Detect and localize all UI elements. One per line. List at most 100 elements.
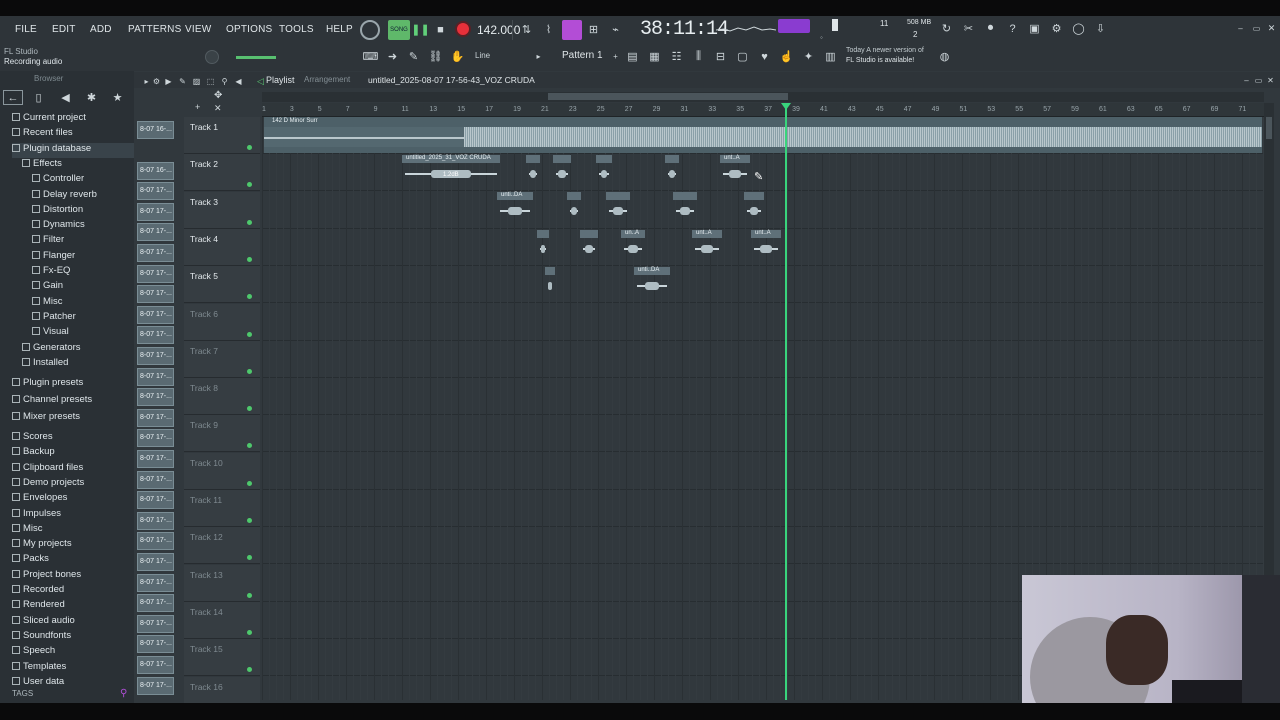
track-header[interactable]: Track 4 — [184, 228, 260, 266]
track-lane[interactable] — [262, 266, 1264, 304]
touch-icon[interactable]: ☝ — [778, 49, 795, 64]
audio-clip[interactable] — [580, 230, 598, 260]
pattern-add-icon[interactable]: + — [607, 49, 624, 64]
clip-source-button[interactable]: 8-07 17-... — [137, 450, 174, 468]
browser-item[interactable]: Current project — [12, 112, 144, 127]
metronome-knob-icon[interactable] — [360, 20, 380, 40]
playlist-close-icon[interactable]: ✕ — [1262, 73, 1279, 88]
clip-source-button[interactable]: 8-07 17-... — [137, 429, 174, 448]
stop-icon[interactable]: ■ — [432, 22, 449, 37]
audio-clip[interactable]: untitled_2025_31_VOZ CRUDA — [402, 155, 500, 185]
audio-clip[interactable]: un..A — [621, 230, 645, 260]
clip-source-button[interactable]: 8-07 17-... — [137, 264, 174, 283]
browser-item[interactable]: Project bones — [12, 569, 144, 584]
browser-item[interactable]: Impulses — [12, 508, 144, 523]
audio-clip[interactable]: unti..DA — [634, 267, 670, 297]
clip-source-button[interactable]: 8-07 17-... — [137, 676, 174, 695]
audio-clip[interactable] — [596, 155, 612, 185]
track-mute-led[interactable] — [247, 219, 252, 225]
browser-item[interactable]: Envelopes — [12, 492, 144, 507]
track-mute-led[interactable] — [247, 406, 252, 412]
track-lane[interactable] — [262, 341, 1264, 378]
track-mute-led[interactable] — [247, 629, 252, 635]
step-edit-icon[interactable]: ⌁ — [607, 22, 624, 37]
close-window-icon[interactable]: ✕ — [1263, 21, 1280, 36]
clip-source-button[interactable]: 8-07 17-... — [137, 635, 174, 654]
clip-source-button[interactable]: 8-07 17-... — [137, 305, 174, 324]
track-header[interactable]: Track 10 — [184, 452, 260, 490]
audio-clip[interactable] — [567, 192, 581, 222]
menu-tools[interactable]: TOOLS — [279, 24, 314, 35]
tags-label[interactable]: TAGS — [12, 689, 33, 698]
browser-gear-icon[interactable]: ✱ — [83, 90, 100, 105]
browser-item[interactable]: Rendered — [12, 599, 144, 614]
audio-clip[interactable] — [606, 192, 630, 222]
audio-clip[interactable] — [744, 192, 764, 222]
play-icon[interactable]: ❚❚ — [411, 22, 429, 37]
menu-add[interactable]: ADD — [90, 24, 112, 35]
audio-clip[interactable] — [665, 155, 679, 185]
track-header[interactable]: Track 13 — [184, 564, 260, 602]
track-header[interactable]: Track 5 — [184, 266, 260, 304]
track-mute-led[interactable] — [247, 182, 252, 188]
news-globe-icon[interactable]: ◍ — [936, 49, 953, 64]
browser-item[interactable]: Packs — [12, 553, 144, 568]
browser-item[interactable]: Demo projects — [12, 477, 144, 492]
tempo-display[interactable]: 142.000 — [477, 23, 520, 37]
menu-file[interactable]: FILE — [15, 24, 37, 35]
performance-icon[interactable]: ✦ — [800, 49, 817, 64]
audio-clip[interactable]: unt..A — [692, 230, 722, 260]
song-mode-button[interactable]: SONG — [388, 20, 410, 40]
stamp-icon[interactable]: ✋ — [449, 49, 466, 64]
audio-clip[interactable] — [537, 230, 549, 260]
timeline-ruler[interactable] — [262, 103, 1264, 117]
clip-source-button[interactable]: 8-07 17-... — [137, 656, 174, 674]
clip-source-button[interactable]: 8-07 17-... — [137, 573, 174, 592]
channel-rack-icon[interactable]: ☷ — [668, 49, 685, 64]
minimize-window-icon[interactable]: – — [1232, 21, 1249, 36]
playlist-speaker-icon[interactable]: ◀ — [230, 74, 247, 89]
record-button[interactable] — [455, 21, 471, 37]
time-display[interactable]: 38:11:14 — [640, 18, 729, 41]
playlist-icon[interactable]: ▤ — [624, 49, 641, 64]
browser-item[interactable]: Recorded — [12, 584, 144, 599]
clip-source-button[interactable]: 8-07 17-... — [137, 470, 174, 489]
track-mute-led[interactable] — [247, 294, 252, 300]
browser-item[interactable]: Templates — [12, 661, 144, 676]
master-volume-knob[interactable] — [205, 50, 219, 64]
track-lane[interactable] — [262, 490, 1264, 527]
clip-source-button[interactable]: 8-07 16-... — [137, 121, 174, 139]
browser-file-icon[interactable]: ▯ — [30, 90, 47, 105]
track-header[interactable]: Track 11 — [184, 490, 260, 527]
browser-item[interactable]: Speech — [12, 645, 144, 660]
mic-icon[interactable]: ⏺ — [982, 21, 999, 36]
clip-source-button[interactable]: 8-07 17-... — [137, 223, 174, 242]
arrow-icon[interactable]: ➜ — [384, 49, 401, 64]
browser-item[interactable]: Soundfonts — [12, 630, 144, 645]
clip-source-button[interactable]: 8-07 17-... — [137, 511, 174, 530]
link-icon[interactable]: ⛓ — [427, 49, 444, 64]
typing-keyboard-icon[interactable]: ⌨ — [362, 49, 379, 64]
clip-source-button[interactable]: 8-07 17-... — [137, 532, 174, 551]
clip-source-button[interactable]: 8-07 17-... — [137, 367, 174, 386]
track-header[interactable]: Track 1 — [184, 117, 260, 154]
track-mute-led[interactable] — [247, 555, 252, 561]
horizontal-scrollbar[interactable] — [262, 92, 1264, 102]
browser-item[interactable]: Scores — [12, 431, 144, 446]
clip-source-button[interactable]: 8-07 17-... — [137, 388, 174, 407]
pattern-selector[interactable]: Pattern 1 — [562, 50, 603, 61]
track-header[interactable]: Track 8 — [184, 378, 260, 416]
track-mute-led[interactable] — [247, 480, 252, 486]
track-header[interactable]: Track 7 — [184, 340, 260, 378]
playlist-arrangement[interactable]: Arrangement — [304, 75, 350, 84]
track-lane[interactable] — [262, 527, 1264, 565]
audio-clip[interactable] — [673, 192, 697, 222]
browser-item[interactable]: Plugin presets — [12, 377, 144, 392]
browser-item[interactable]: Sliced audio — [12, 615, 144, 630]
clip-source-button[interactable]: 8-07 17-... — [137, 614, 174, 633]
clip-source-button[interactable]: 8-07 17-... — [137, 326, 174, 345]
tempo-tap-icon[interactable]: ♥ — [756, 49, 773, 64]
track-header[interactable]: Track 9 — [184, 415, 260, 453]
audio-clip[interactable]: unt..A — [720, 155, 750, 185]
menu-patterns[interactable]: PATTERNS — [128, 24, 181, 35]
